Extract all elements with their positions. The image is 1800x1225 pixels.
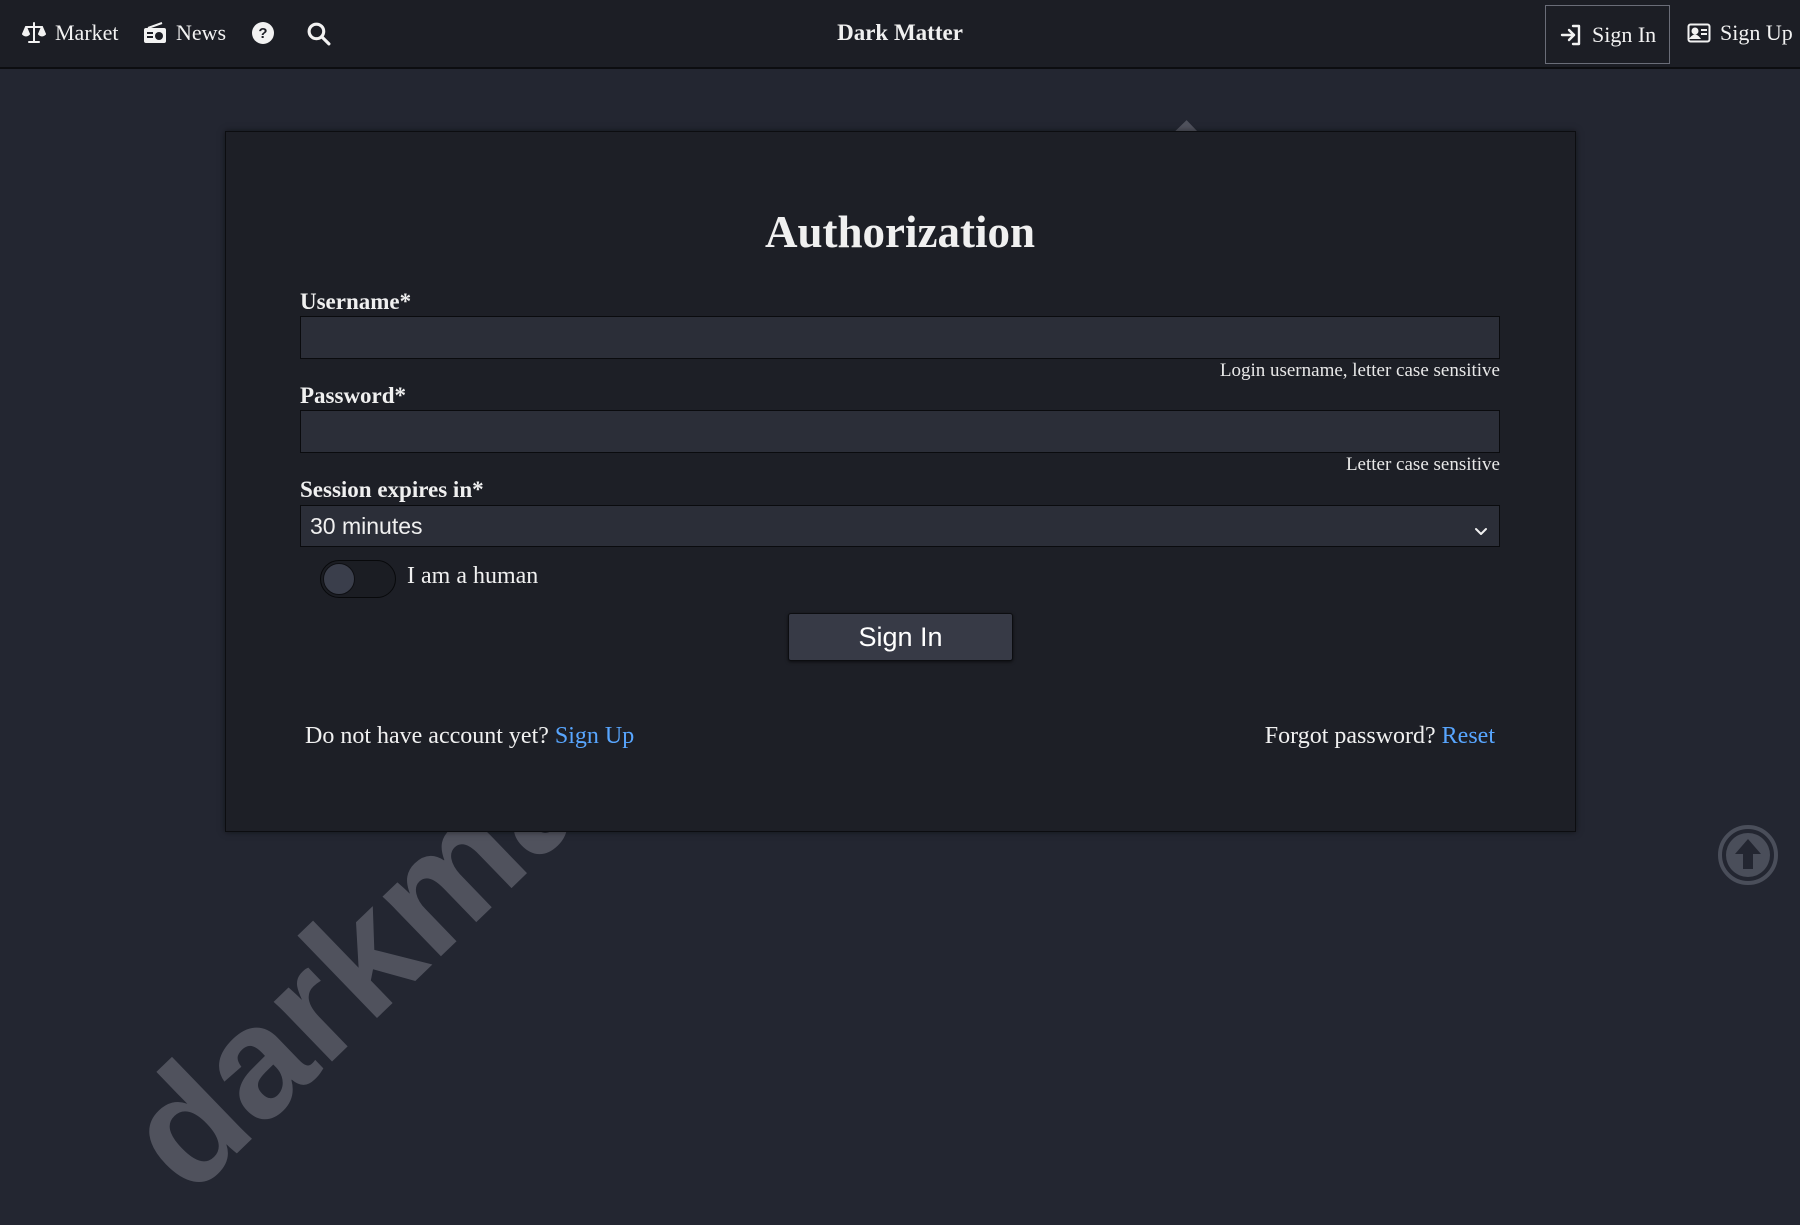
username-hint: Login username, letter case sensitive (1219, 360, 1500, 381)
username-label: Username* (300, 289, 412, 314)
password-hint: Letter case sensitive (1345, 454, 1500, 475)
page-title: Authorization (765, 207, 1035, 257)
nav-news[interactable]: News (143, 0, 226, 66)
nav-market[interactable]: Market (22, 0, 119, 66)
signup-link[interactable]: Sign Up (555, 723, 634, 749)
nav-signup-label: Sign Up (1720, 20, 1793, 45)
forgot-text: Forgot password? (1264, 723, 1436, 749)
human-toggle[interactable] (320, 560, 396, 598)
radio-icon (143, 21, 167, 45)
password-label: Password* (300, 383, 407, 408)
forgot-prompt: Forgot password? Reset (1265, 723, 1495, 750)
arrow-up-circle-icon (1717, 825, 1779, 890)
search-icon (306, 21, 331, 46)
no-account-text: Do not have account yet? (305, 723, 549, 749)
nav-help[interactable]: ? (251, 0, 275, 66)
nav-search[interactable] (306, 0, 331, 66)
id-card-icon (1687, 21, 1711, 45)
toggle-knob (323, 563, 355, 595)
top-nav: Market News ? Dark Matter Sign In Sign U… (0, 0, 1800, 69)
human-toggle-label: I am a human (407, 563, 539, 589)
svg-text:?: ? (258, 25, 267, 42)
balance-scale-icon (22, 21, 46, 45)
nav-signin-label: Sign In (1592, 21, 1657, 47)
scroll-top-button[interactable] (1717, 824, 1779, 891)
nav-signup[interactable]: Sign Up (1687, 0, 1793, 66)
session-label: Session expires in* (300, 477, 484, 502)
question-circle-icon: ? (251, 21, 275, 45)
sign-in-button[interactable]: Sign In (788, 613, 1013, 661)
username-input[interactable] (300, 316, 1500, 359)
nav-market-label: Market (55, 20, 119, 45)
session-select[interactable]: 30 minutes (300, 505, 1500, 547)
password-input[interactable] (300, 410, 1500, 453)
reset-link[interactable]: Reset (1442, 723, 1495, 749)
chevron-down-icon (1473, 518, 1489, 545)
sign-in-icon (1559, 23, 1583, 47)
nav-news-label: News (176, 20, 227, 45)
nav-signin[interactable]: Sign In (1545, 5, 1671, 64)
session-selected-value: 30 minutes (310, 512, 423, 539)
signup-prompt: Do not have account yet? Sign Up (305, 723, 634, 750)
